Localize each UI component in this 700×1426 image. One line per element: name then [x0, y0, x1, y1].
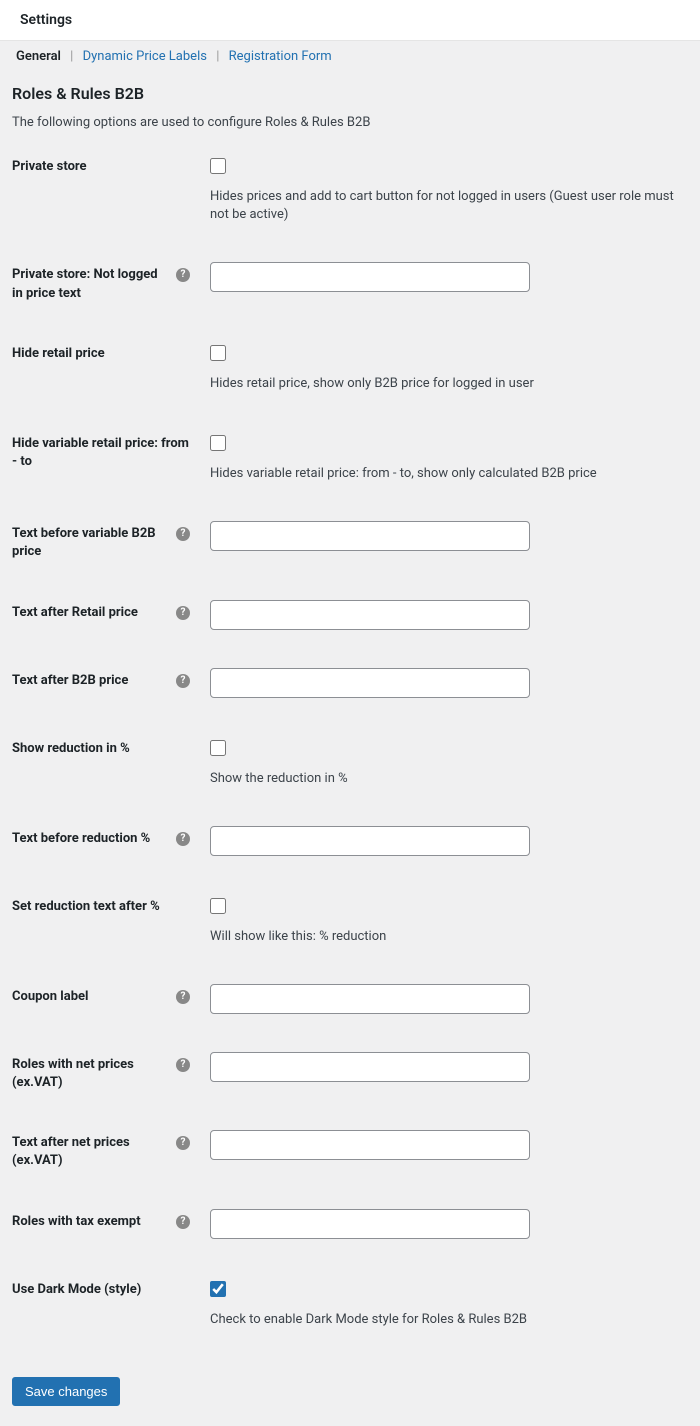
row-text-before-variable-b2b: Text before variable B2B price ? — [12, 521, 688, 561]
tab-separator: | — [70, 49, 73, 64]
input-text-after-net[interactable] — [210, 1130, 530, 1160]
tab-general[interactable]: General — [12, 47, 65, 66]
input-text-before-variable-b2b[interactable] — [210, 521, 530, 551]
label-hide-variable-retail: Hide variable retail price: from - to — [12, 431, 200, 471]
label-roles-net-prices: Roles with net prices (ex.VAT) ? — [12, 1052, 200, 1092]
row-set-reduction-text-after: Set reduction text after % Will show lik… — [12, 894, 688, 946]
label-show-reduction: Show reduction in % — [12, 736, 200, 758]
tab-dynamic-price-labels[interactable]: Dynamic Price Labels — [79, 47, 211, 66]
help-icon[interactable]: ? — [176, 1136, 190, 1150]
row-text-after-b2b: Text after B2B price ? — [12, 668, 688, 698]
desc-use-dark-mode: Check to enable Dark Mode style for Role… — [210, 1311, 688, 1329]
help-icon[interactable]: ? — [176, 268, 190, 282]
page-header: Settings — [0, 0, 700, 41]
input-text-after-retail[interactable] — [210, 600, 530, 630]
label-roles-tax-exempt: Roles with tax exempt ? — [12, 1209, 200, 1231]
row-text-after-net: Text after net prices (ex.VAT) ? — [12, 1130, 688, 1170]
label-set-reduction-text-after: Set reduction text after % — [12, 894, 200, 916]
row-private-store-text: Private store: Not logged in price text … — [12, 262, 688, 302]
row-hide-retail-price: Hide retail price Hides retail price, sh… — [12, 341, 688, 393]
checkbox-set-reduction-text-after[interactable] — [210, 898, 226, 914]
help-icon[interactable]: ? — [176, 674, 190, 688]
label-private-store: Private store — [12, 154, 200, 176]
label-coupon-label: Coupon label ? — [12, 984, 200, 1006]
label-hide-retail-price: Hide retail price — [12, 341, 200, 363]
input-private-store-text[interactable] — [210, 262, 530, 292]
row-roles-net-prices: Roles with net prices (ex.VAT) ? — [12, 1052, 688, 1092]
row-text-after-retail: Text after Retail price ? — [12, 600, 688, 630]
page-title: Roles & Rules B2B — [12, 84, 688, 103]
tab-separator: | — [216, 49, 219, 64]
settings-content: Roles & Rules B2B The following options … — [0, 68, 700, 1426]
page-header-title: Settings — [20, 12, 680, 28]
row-text-before-reduction: Text before reduction % ? — [12, 826, 688, 856]
label-text-after-b2b: Text after B2B price ? — [12, 668, 200, 690]
input-text-before-reduction[interactable] — [210, 826, 530, 856]
desc-show-reduction: Show the reduction in % — [210, 770, 688, 788]
row-show-reduction: Show reduction in % Show the reduction i… — [12, 736, 688, 788]
save-button[interactable]: Save changes — [12, 1377, 120, 1406]
row-use-dark-mode: Use Dark Mode (style) Check to enable Da… — [12, 1277, 688, 1329]
desc-hide-retail-price: Hides retail price, show only B2B price … — [210, 375, 688, 393]
page-description: The following options are used to config… — [12, 115, 688, 130]
input-roles-tax-exempt[interactable] — [210, 1209, 530, 1239]
label-text-after-net: Text after net prices (ex.VAT) ? — [12, 1130, 200, 1170]
desc-set-reduction-text-after: Will show like this: % reduction — [210, 928, 688, 946]
row-coupon-label: Coupon label ? — [12, 984, 688, 1014]
row-hide-variable-retail: Hide variable retail price: from - to Hi… — [12, 431, 688, 483]
checkbox-hide-retail-price[interactable] — [210, 345, 226, 361]
help-icon[interactable]: ? — [176, 832, 190, 846]
label-text-after-retail: Text after Retail price ? — [12, 600, 200, 622]
help-icon[interactable]: ? — [176, 527, 190, 541]
checkbox-private-store[interactable] — [210, 158, 226, 174]
checkbox-hide-variable-retail[interactable] — [210, 435, 226, 451]
label-use-dark-mode: Use Dark Mode (style) — [12, 1277, 200, 1299]
label-private-store-text: Private store: Not logged in price text … — [12, 262, 200, 302]
input-roles-net-prices[interactable] — [210, 1052, 530, 1082]
tab-registration-form[interactable]: Registration Form — [225, 47, 336, 66]
label-text-before-reduction: Text before reduction % ? — [12, 826, 200, 848]
checkbox-show-reduction[interactable] — [210, 740, 226, 756]
input-coupon-label[interactable] — [210, 984, 530, 1014]
checkbox-use-dark-mode[interactable] — [210, 1281, 226, 1297]
desc-private-store: Hides prices and add to cart button for … — [210, 188, 688, 224]
help-icon[interactable]: ? — [176, 1058, 190, 1072]
row-roles-tax-exempt: Roles with tax exempt ? — [12, 1209, 688, 1239]
help-icon[interactable]: ? — [176, 606, 190, 620]
settings-tabs: General | Dynamic Price Labels | Registr… — [0, 41, 700, 68]
label-text-before-variable-b2b: Text before variable B2B price ? — [12, 521, 200, 561]
desc-hide-variable-retail: Hides variable retail price: from - to, … — [210, 465, 688, 483]
input-text-after-b2b[interactable] — [210, 668, 530, 698]
help-icon[interactable]: ? — [176, 990, 190, 1004]
row-private-store: Private store Hides prices and add to ca… — [12, 154, 688, 224]
